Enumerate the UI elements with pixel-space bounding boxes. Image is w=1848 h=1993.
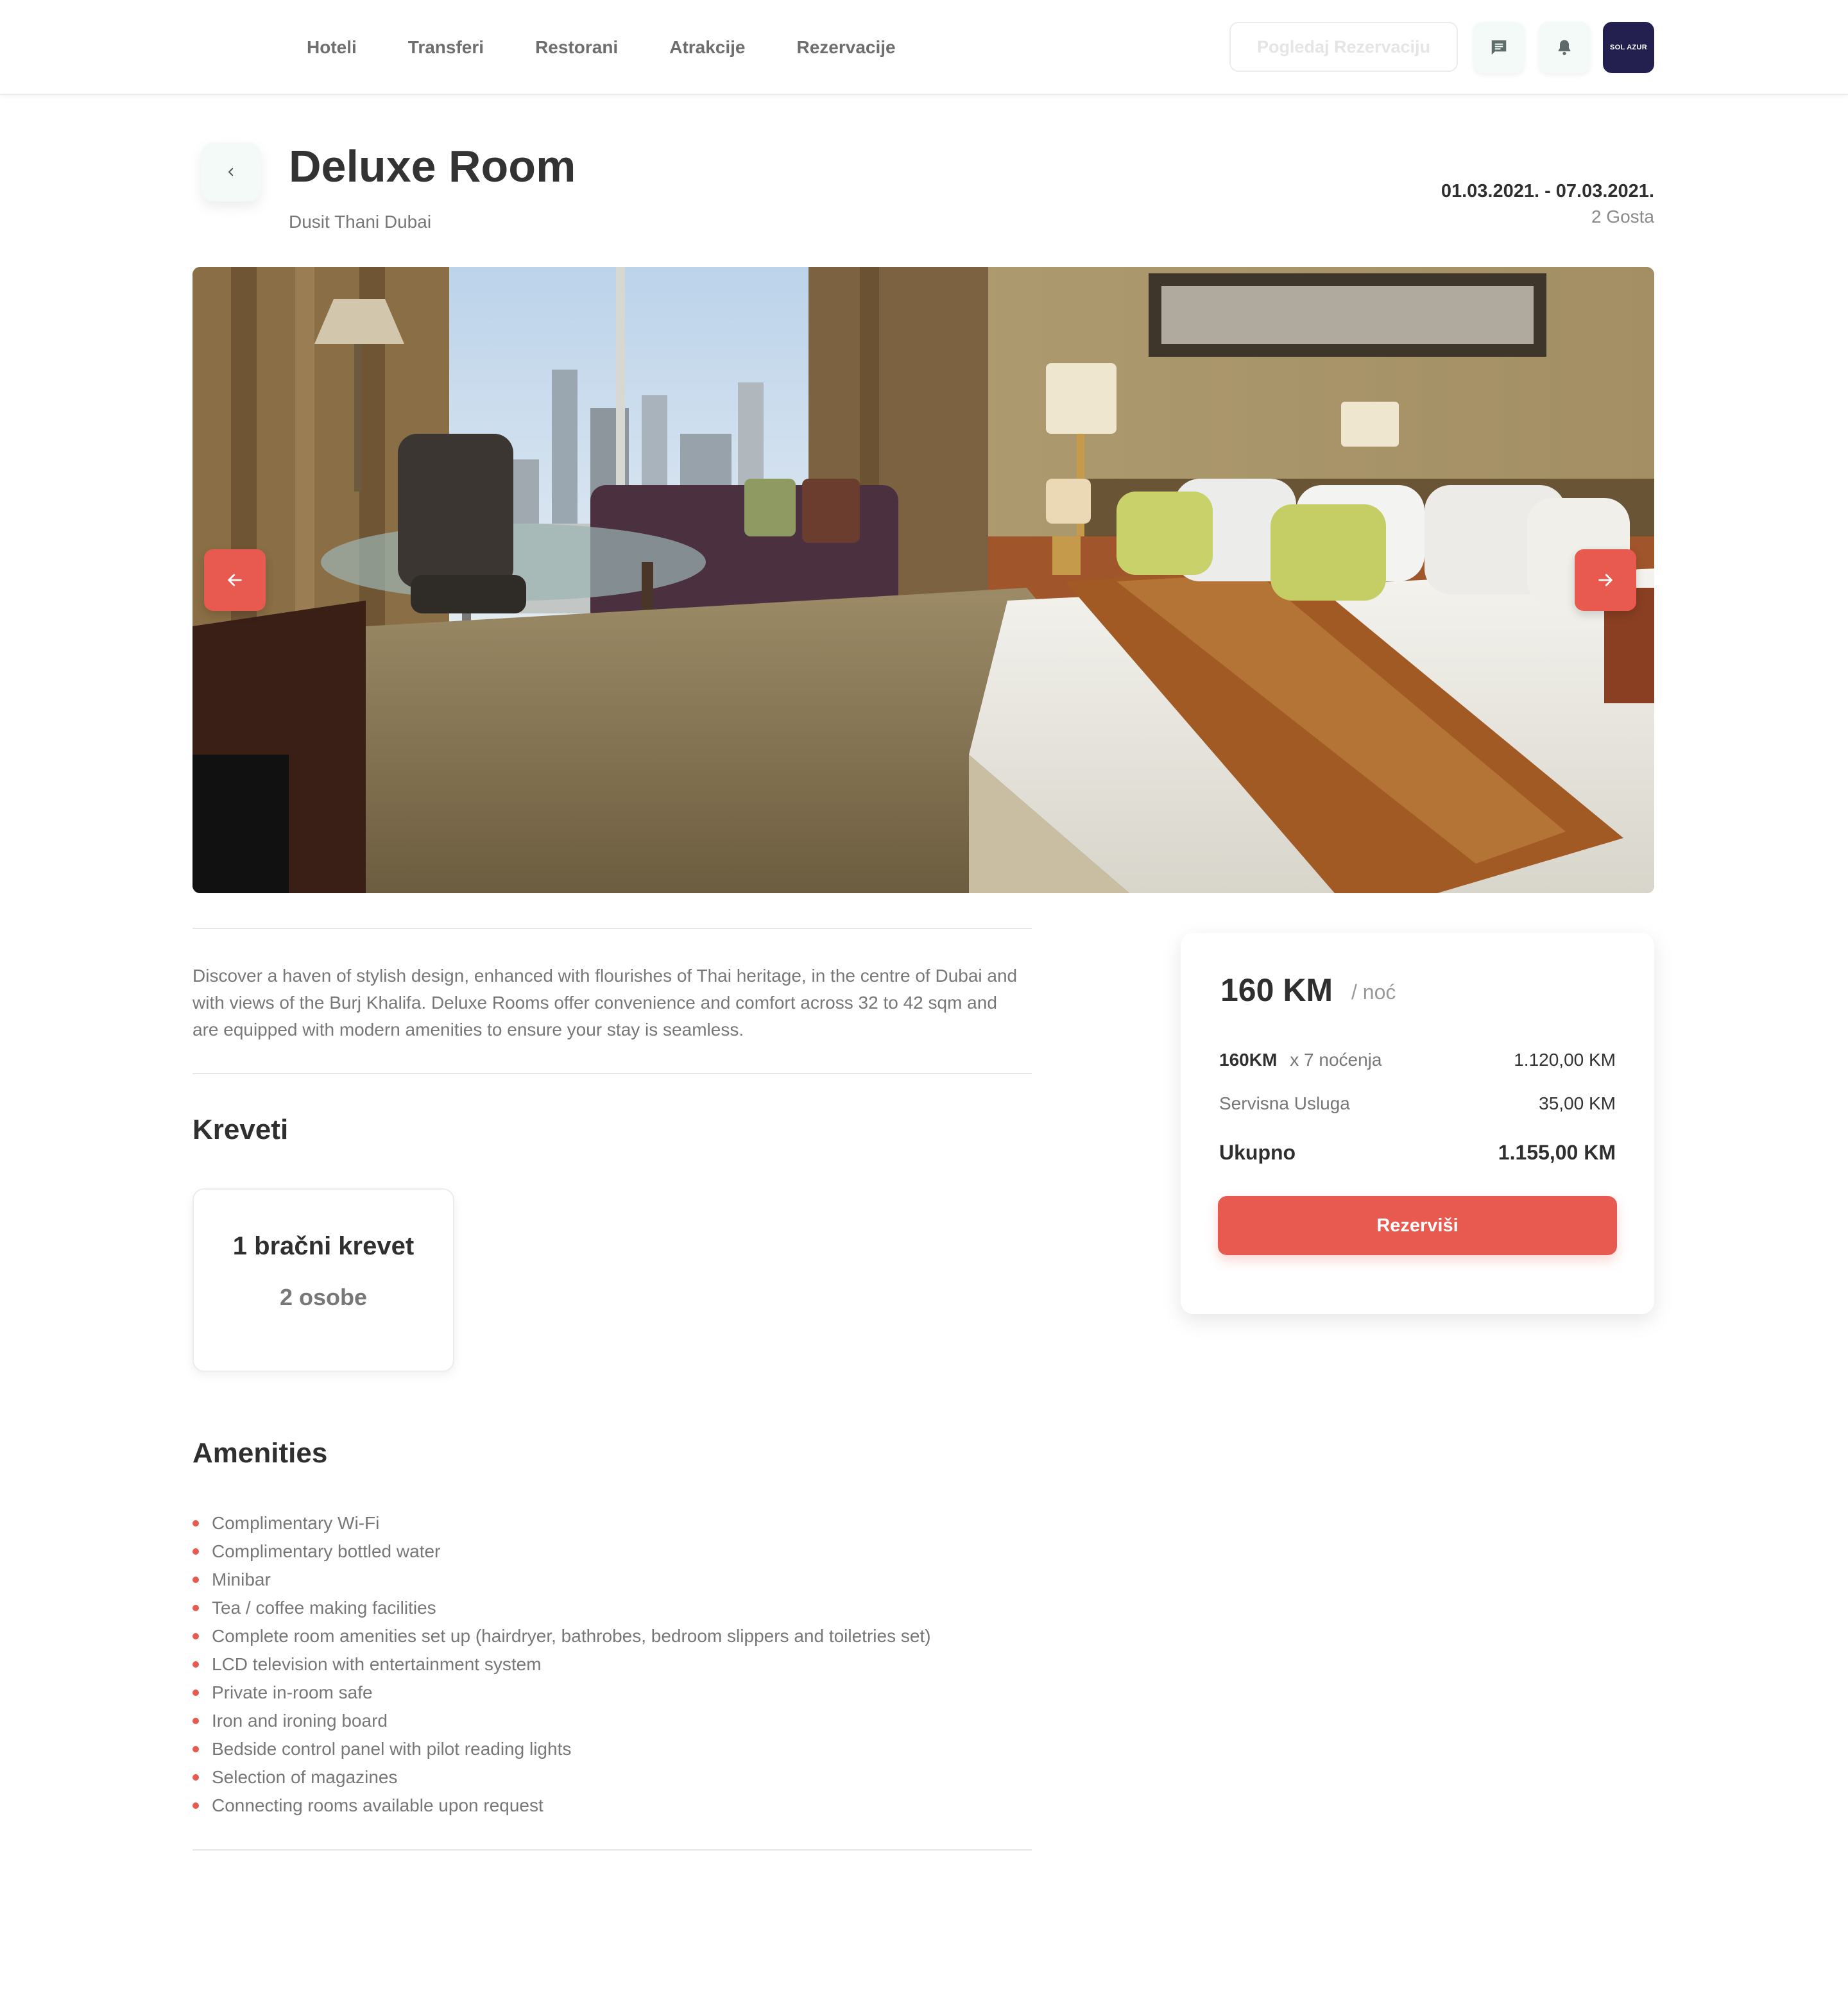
- total-value: 1.155,00 KM: [1498, 1141, 1616, 1164]
- arrow-left-icon: [228, 574, 242, 586]
- bed-card: 1 bračni krevet 2 osobe: [193, 1188, 454, 1372]
- brand-logo-avatar[interactable]: SOL AZUR: [1603, 22, 1654, 73]
- room-photo-carousel: [193, 267, 1654, 893]
- price-summary-card: 160 KM / noć 160KM x 7 noćenja 1.120,00 K…: [1181, 933, 1654, 1314]
- nights-count: x 7 noćenja: [1290, 1050, 1382, 1070]
- divider: [193, 1849, 1032, 1851]
- amenity-item: Bedside control panel with pilot reading…: [193, 1735, 931, 1763]
- chevron-left-icon: [228, 167, 234, 176]
- nav-item-hoteli[interactable]: Hoteli: [307, 37, 357, 58]
- nightly-rate: 160KM: [1219, 1050, 1278, 1070]
- amenity-item: Private in-room safe: [193, 1679, 931, 1707]
- reserve-button[interactable]: Rezerviši: [1218, 1196, 1617, 1255]
- chat-icon: [1491, 40, 1507, 55]
- total-row: Ukupno 1.155,00 KM: [1219, 1141, 1616, 1165]
- room-title: Deluxe Room: [289, 141, 576, 191]
- room-description: Discover a haven of stylish design, enha…: [193, 966, 1018, 1039]
- guest-count: 2 Gosta: [1591, 207, 1654, 227]
- amenity-item: Complimentary Wi-Fi: [193, 1509, 931, 1537]
- amenity-item: Iron and ironing board: [193, 1707, 931, 1735]
- top-navigation-bar: Hoteli Transferi Restorani Atrakcije Rez…: [0, 0, 1848, 95]
- carousel-next-button[interactable]: [1575, 549, 1636, 611]
- amenity-item: Selection of magazines: [193, 1763, 931, 1792]
- view-reservation-button[interactable]: Pogledaj Rezervaciju: [1229, 22, 1458, 72]
- hotel-name: Dusit Thani Dubai: [289, 212, 432, 232]
- room-photo: [193, 267, 1654, 893]
- amenity-item: Complete room amenities set up (hairdrye…: [193, 1622, 931, 1650]
- nights-label: 160KM x 7 noćenja: [1219, 1050, 1382, 1070]
- nights-total: 1.120,00 KM: [1514, 1050, 1616, 1070]
- bed-type: 1 bračni krevet: [232, 1232, 415, 1260]
- service-value: 35,00 KM: [1539, 1093, 1616, 1113]
- back-button[interactable]: [201, 142, 261, 201]
- total-label: Ukupno: [1219, 1141, 1296, 1164]
- price-unit: / noć: [1351, 980, 1396, 1004]
- bed-capacity: 2 osobe: [279, 1284, 368, 1310]
- amenity-item: LCD television with entertainment system: [193, 1650, 931, 1679]
- stay-dates: 01.03.2021. - 07.03.2021.: [1441, 181, 1654, 201]
- carousel-prev-button[interactable]: [204, 549, 266, 611]
- beds-heading: Kreveti: [193, 1114, 289, 1145]
- nav-item-atrakcije[interactable]: Atrakcije: [669, 37, 745, 58]
- bell-icon: [1558, 40, 1571, 55]
- amenity-item: Tea / coffee making facilities: [193, 1594, 931, 1622]
- amenities-heading: Amenities: [193, 1437, 328, 1469]
- nav-item-restorani[interactable]: Restorani: [535, 37, 618, 58]
- amenity-item: Connecting rooms available upon request: [193, 1792, 931, 1820]
- nav-item-transferi[interactable]: Transferi: [408, 37, 484, 58]
- nights-row: 160KM x 7 noćenja 1.120,00 KM: [1219, 1050, 1616, 1070]
- amenity-item: Minibar: [193, 1566, 931, 1594]
- arrow-right-icon: [1598, 574, 1613, 586]
- price-per-night: 160 KM: [1220, 972, 1333, 1008]
- service-label: Servisna Usluga: [1219, 1093, 1350, 1113]
- brand-logo-text: SOL AZUR: [1609, 44, 1647, 51]
- divider: [193, 1073, 1032, 1074]
- main-nav: Hoteli Transferi Restorani Atrakcije Rez…: [307, 37, 947, 58]
- nav-item-rezervacije[interactable]: Rezervacije: [797, 37, 896, 58]
- divider: [193, 928, 1032, 929]
- messages-button[interactable]: [1473, 22, 1525, 73]
- service-row: Servisna Usluga 35,00 KM: [1219, 1093, 1616, 1114]
- amenities-list: Complimentary Wi-Fi Complimentary bottle…: [193, 1509, 931, 1820]
- amenity-item: Complimentary bottled water: [193, 1537, 931, 1566]
- notifications-button[interactable]: [1539, 22, 1590, 73]
